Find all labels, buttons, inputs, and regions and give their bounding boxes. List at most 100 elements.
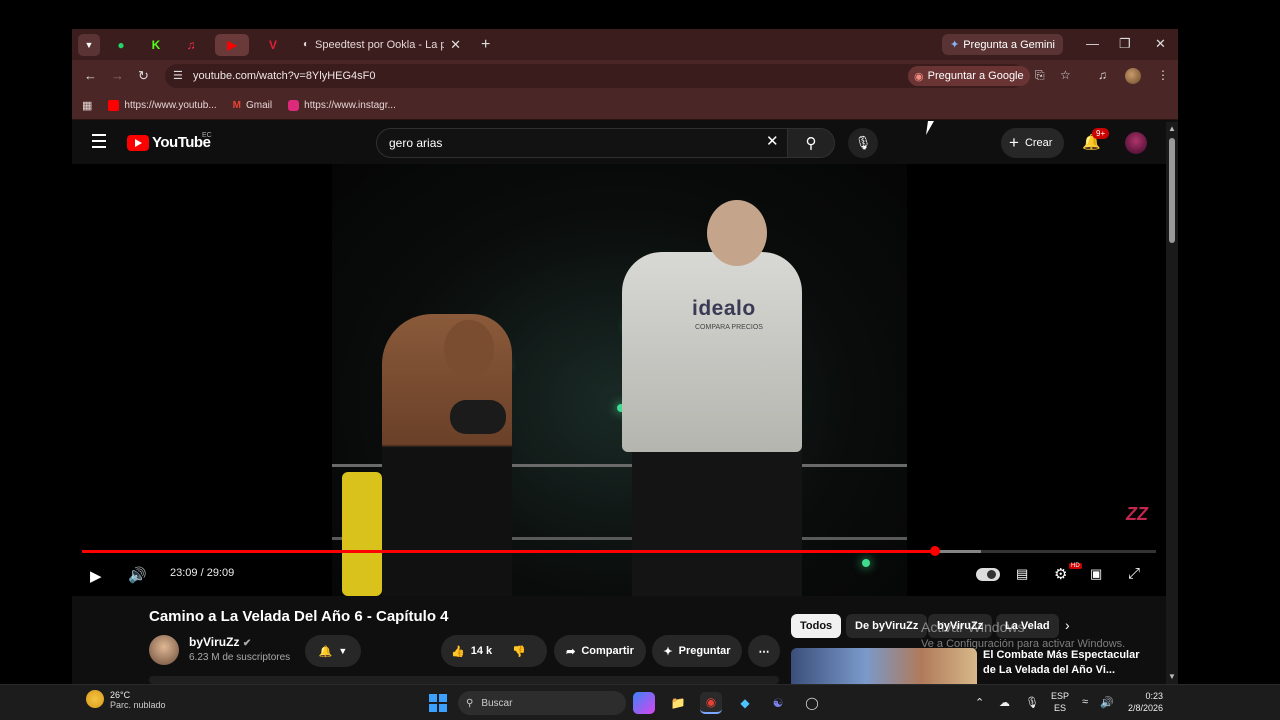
apps-grid-icon[interactable]: ▦ [82,99,92,112]
url-text[interactable]: youtube.com/watch?v=8YlyHEG4sF0 [193,70,376,82]
language-indicator[interactable]: ESP ES [1051,690,1069,714]
video-frame[interactable]: idealo COMPARA PRECIOS [332,164,907,596]
tab-whatsapp[interactable]: ● [110,34,132,56]
plus-icon: + [1009,133,1019,152]
chevron-right-icon[interactable]: › [1065,617,1070,633]
weather-widget[interactable]: 26°C Parc. nublado [86,690,166,710]
thumbs-down-icon[interactable]: 👎 [512,645,526,658]
volume-icon[interactable]: 🔊 [128,566,147,584]
youtube-logo[interactable]: YouTube [127,134,211,151]
ask-google-button[interactable]: ◉ Preguntar a Google [908,66,1030,86]
user-avatar[interactable] [1125,132,1147,154]
back-icon[interactable]: ← [84,68,97,83]
wifi-icon[interactable]: ≈ [1082,696,1088,708]
app-alt-icon[interactable]: ◯ [801,692,823,714]
media-icon[interactable]: ♫ [1098,68,1107,82]
close-tab-icon[interactable]: ✕ [450,37,461,53]
description-box[interactable] [149,676,779,684]
green-light-icon [862,559,870,567]
onedrive-icon[interactable]: ☁ [999,696,1010,709]
bookmark-gmail[interactable]: M Gmail [233,100,272,111]
tab-kick[interactable]: K [145,34,167,56]
windows-activation-text: Ve a Configuración para activar Windows. [921,638,1126,650]
clock[interactable]: 0:23 2/8/2026 [1125,690,1163,714]
start-button[interactable] [429,694,447,712]
ask-button[interactable]: ✦ Preguntar [652,635,742,667]
tab-music[interactable]: ♫ [180,34,202,56]
voice-search-button[interactable]: 🎙 [848,128,878,158]
share-label: Compartir [581,645,634,657]
subtitles-icon[interactable]: ▤ [1016,566,1028,582]
like-button[interactable]: 👍 14 k [451,645,492,658]
tray-chevron-icon[interactable]: ⌃ [975,696,984,709]
star-icon[interactable]: ☆ [1060,68,1071,82]
profile-avatar[interactable] [1125,68,1141,84]
microphone-icon[interactable]: 🎙 [1025,696,1039,709]
played-bar [82,550,935,553]
search-value[interactable]: gero arias [389,136,442,150]
create-button[interactable]: + Crear [1001,128,1065,158]
channel-name[interactable]: byViruZz ✔ [189,635,251,649]
autoplay-toggle[interactable] [976,568,1000,581]
tab-v[interactable]: V [262,34,284,56]
more-dots-icon: ⋯ [758,645,770,658]
video-player[interactable]: idealo COMPARA PRECIOS ZZ ▶ 🔊 23:09 / 29… [72,164,1166,596]
lens-icon: ◉ [914,70,924,83]
progress-bar[interactable] [82,546,1156,556]
channel-avatar[interactable] [149,635,179,665]
gemini-button[interactable]: ✦ Pregunta a Gemini [942,34,1063,55]
app-icon[interactable]: ◆ [734,692,756,714]
referee-head [707,200,767,266]
teams-icon[interactable]: ☯ [767,692,789,714]
install-icon[interactable]: ⎘ [1035,68,1045,83]
close-window-icon[interactable]: ✕ [1155,36,1166,52]
fullscreen-icon[interactable]: ⤢ [1128,565,1140,582]
play-icon[interactable]: ▶ [90,567,102,585]
site-settings-icon[interactable]: ☰ [173,69,183,82]
chip-from-channel[interactable]: De byViruZz [846,614,928,638]
new-tab-button[interactable]: + [481,36,490,54]
whatsapp-icon: ● [117,37,125,52]
clear-search-icon[interactable]: ✕ [766,132,779,150]
tab-youtube[interactable]: ▶ [215,33,249,56]
theater-mode-icon[interactable]: ▣ [1090,566,1102,582]
v-icon: V [268,37,277,52]
share-button[interactable]: ➦ Compartir [554,635,646,667]
address-bar[interactable]: ☰ youtube.com/watch?v=8YlyHEG4sF0 [165,64,1025,88]
speaker-icon[interactable]: 🔊 [1100,696,1114,709]
scroll-down-icon[interactable]: ▼ [1168,672,1176,681]
search-icon: ⚲ [466,697,474,709]
scrollbar-thumb[interactable] [1169,138,1175,243]
minimize-icon[interactable]: — [1086,36,1099,51]
ask-google-label: Preguntar a Google [927,70,1024,82]
taskbar-search[interactable]: ⚲ Buscar [458,691,626,715]
copilot-icon[interactable] [633,692,655,714]
settings-gear-icon[interactable]: ⚙ [1054,565,1067,583]
chip-todos[interactable]: Todos [791,614,842,638]
scroll-up-icon[interactable]: ▲ [1168,124,1176,133]
related-video-thumbnail[interactable] [791,648,977,684]
restore-icon[interactable]: ❐ [1119,36,1131,52]
video-title: Camino a La Velada Del Año 6 - Capítulo … [149,608,449,625]
windows-taskbar: 26°C Parc. nublado ⚲ Buscar 📁 ◉ ◆ ☯ ◯ ⌃ … [0,684,1280,720]
bookmark-youtube[interactable]: https://www.youtub... [108,100,217,111]
subscribed-bell-button[interactable]: 🔔 ▼ [305,635,361,667]
search-button[interactable]: ⚲ [787,128,835,158]
related-video-title[interactable]: El Combate Más Espectacular de La Velada… [983,648,1143,684]
forward-icon[interactable]: → [111,68,124,83]
hamburger-menu-icon[interactable] [92,134,106,152]
scrubber-handle[interactable] [929,546,940,556]
tab-search-button[interactable]: ▼ [78,33,100,56]
channel-watermark[interactable]: ZZ [1126,504,1148,525]
more-actions-button[interactable]: ⋯ [748,635,780,667]
tab-speedtest[interactable]: ◐ Speedtest por Ookla - La prueb ✕ [297,32,467,58]
reload-icon[interactable]: ↻ [138,68,149,84]
menu-icon[interactable]: ⋮ [1157,68,1169,82]
page-scrollbar[interactable]: ▲ ▼ [1166,122,1178,684]
youtube-play-logo-icon [127,134,149,151]
search-input[interactable]: gero arias [376,128,788,158]
bookmark-instagram[interactable]: https://www.instagr... [288,100,396,111]
chevron-down-icon: ▼ [338,646,348,656]
file-explorer-icon[interactable]: 📁 [667,692,689,714]
chrome-icon[interactable]: ◉ [700,692,722,714]
